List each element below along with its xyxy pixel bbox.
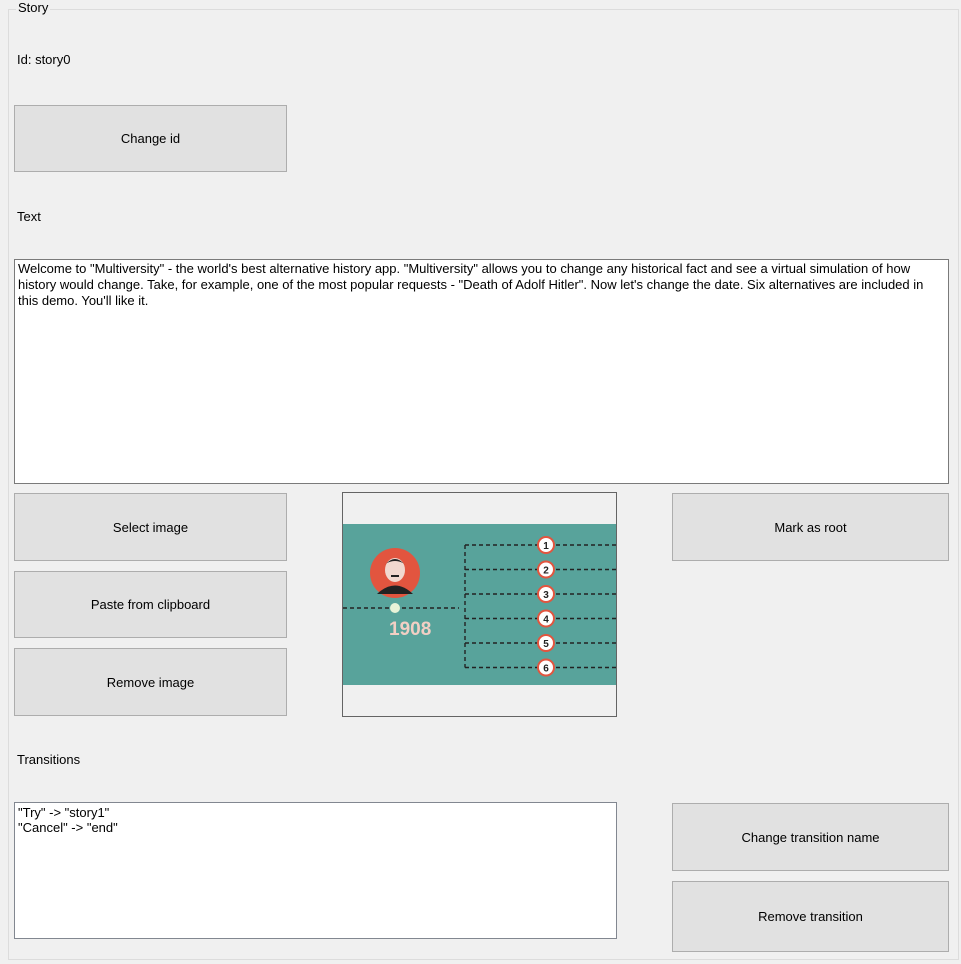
text-label: Text: [17, 209, 41, 224]
story-text-area[interactable]: Welcome to "Multiversity" - the world's …: [14, 259, 949, 484]
branch-number: 5: [543, 639, 549, 650]
branch-number: 2: [543, 566, 549, 577]
branch-number: 4: [543, 615, 549, 626]
story-id-label: Id: story0: [17, 52, 71, 67]
branch-number: 3: [543, 590, 549, 601]
remove-transition-button[interactable]: Remove transition: [672, 881, 949, 952]
change-transition-name-button[interactable]: Change transition name: [672, 803, 949, 871]
story-group-title: Story: [16, 0, 51, 16]
transitions-list[interactable]: "Try" -> "story1" "Cancel" -> "end": [14, 802, 617, 939]
remove-image-button[interactable]: Remove image: [14, 648, 287, 716]
timeline-point: [390, 603, 400, 613]
timeline-illustration: 1908 1 2 3 4 5 6: [343, 524, 616, 685]
select-image-button[interactable]: Select image: [14, 493, 287, 561]
transition-item[interactable]: "Cancel" -> "end": [18, 820, 613, 835]
teal-band: [343, 524, 616, 685]
paste-from-clipboard-button[interactable]: Paste from clipboard: [14, 571, 287, 638]
branch-number: 6: [543, 664, 549, 675]
change-id-button[interactable]: Change id: [14, 105, 287, 172]
transition-item[interactable]: "Try" -> "story1": [18, 805, 613, 820]
mark-as-root-button[interactable]: Mark as root: [672, 493, 949, 561]
branch-number: 1: [543, 541, 549, 552]
image-preview: 1908 1 2 3 4 5 6: [342, 492, 617, 717]
transitions-label: Transitions: [17, 752, 81, 767]
year-label: 1908: [389, 619, 431, 640]
